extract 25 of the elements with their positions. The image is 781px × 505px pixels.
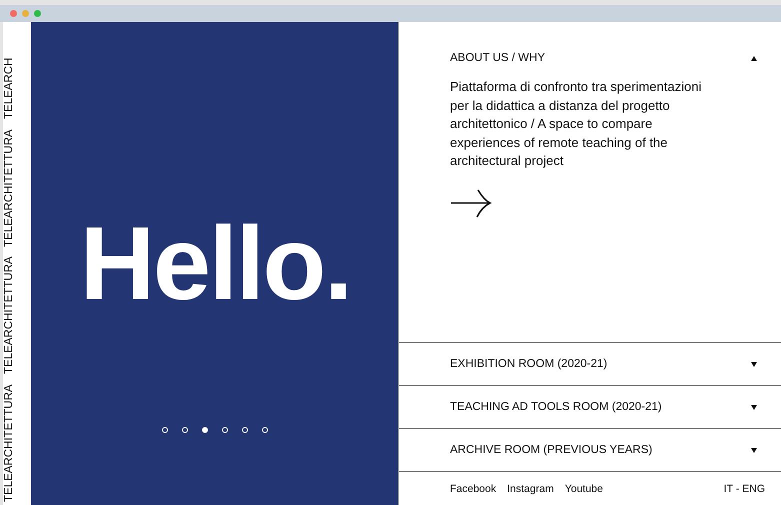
section-title: TEACHING AD TOOLS ROOM (2020-21) <box>450 401 662 413</box>
carousel-dot[interactable] <box>182 427 188 433</box>
accordion-header[interactable]: ABOUT US / WHY <box>450 52 757 64</box>
vertical-logo-text: TELEARCH <box>3 58 15 120</box>
carousel-dot[interactable] <box>242 427 248 433</box>
carousel-dot[interactable] <box>222 427 228 433</box>
accordion-row[interactable]: ARCHIVE ROOM (PREVIOUS YEARS) <box>399 429 781 472</box>
vertical-logo-text: TELEARCHITETTURA <box>3 384 15 502</box>
social-link[interactable]: Facebook <box>450 482 496 494</box>
arrow-right-icon[interactable] <box>450 188 492 218</box>
vertical-logo-text: TELEARCHITETTURA <box>3 129 15 247</box>
language-link[interactable]: IT - ENG <box>724 482 765 494</box>
vertical-logo-text: TELEARCHITETTURA <box>3 256 15 374</box>
social-link[interactable]: Instagram <box>507 482 554 494</box>
carousel-dot[interactable] <box>162 427 168 433</box>
carousel-dot[interactable] <box>202 427 208 433</box>
accordion-row[interactable]: TEACHING AD TOOLS ROOM (2020-21) <box>399 386 781 429</box>
section-title: ABOUT US / WHY <box>450 52 545 64</box>
social-link[interactable]: Youtube <box>564 482 603 494</box>
accordion-row[interactable]: EXHIBITION ROOM (2020-21) <box>399 343 781 386</box>
section-title: ARCHIVE ROOM (PREVIOUS YEARS) <box>450 444 652 456</box>
carousel-dot[interactable] <box>262 427 268 433</box>
description-text: Piattaforma di confronto tra sperimentazioni per la didattica a distanza del progetto architettonico / A space to compare experiences of remote teaching of the architectural project <box>450 78 702 170</box>
section-title: EXHIBITION ROOM (2020-21) <box>450 358 608 370</box>
hero-title: Hello. <box>80 212 352 316</box>
